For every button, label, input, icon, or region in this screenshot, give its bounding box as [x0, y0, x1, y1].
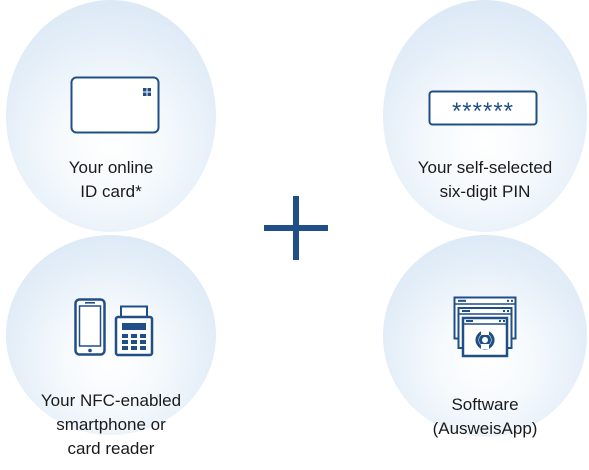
device-label: Your NFC-enabled smartphone or card read…	[6, 389, 216, 461]
label-line: smartphone or	[56, 415, 166, 434]
requirements-diagram: Your online ID card* ****** Your self-se…	[0, 0, 589, 470]
requirement-pin: ****** Your self-selected six-digit PIN	[380, 0, 589, 235]
software-label: Software (AusweisApp)	[380, 393, 589, 441]
id-card-icon	[70, 76, 160, 139]
label-line: card reader	[67, 439, 155, 458]
smartphone-icon	[74, 298, 106, 361]
plus-icon	[264, 196, 328, 260]
label-line: Software	[451, 395, 519, 414]
pin-field-icon: ******	[428, 90, 538, 131]
id-card-label: Your online ID card*	[6, 156, 216, 204]
requirement-software: Software (AusweisApp)	[380, 235, 589, 470]
requirement-device: Your NFC-enabled smartphone or card read…	[6, 235, 216, 470]
label-line: Your online	[68, 158, 154, 177]
label-line: (AusweisApp)	[432, 419, 538, 438]
label-line: Your NFC-enabled	[40, 391, 182, 410]
requirement-id-card: Your online ID card*	[6, 0, 216, 235]
label-line: ID card*	[80, 182, 142, 201]
label-line: Your self-selected	[417, 158, 553, 177]
pin-mask-text: ******	[452, 98, 514, 125]
software-window-icon	[453, 296, 517, 363]
card-reader-icon	[114, 305, 154, 362]
pin-label: Your self-selected six-digit PIN	[380, 156, 589, 204]
label-line: six-digit PIN	[439, 182, 531, 201]
